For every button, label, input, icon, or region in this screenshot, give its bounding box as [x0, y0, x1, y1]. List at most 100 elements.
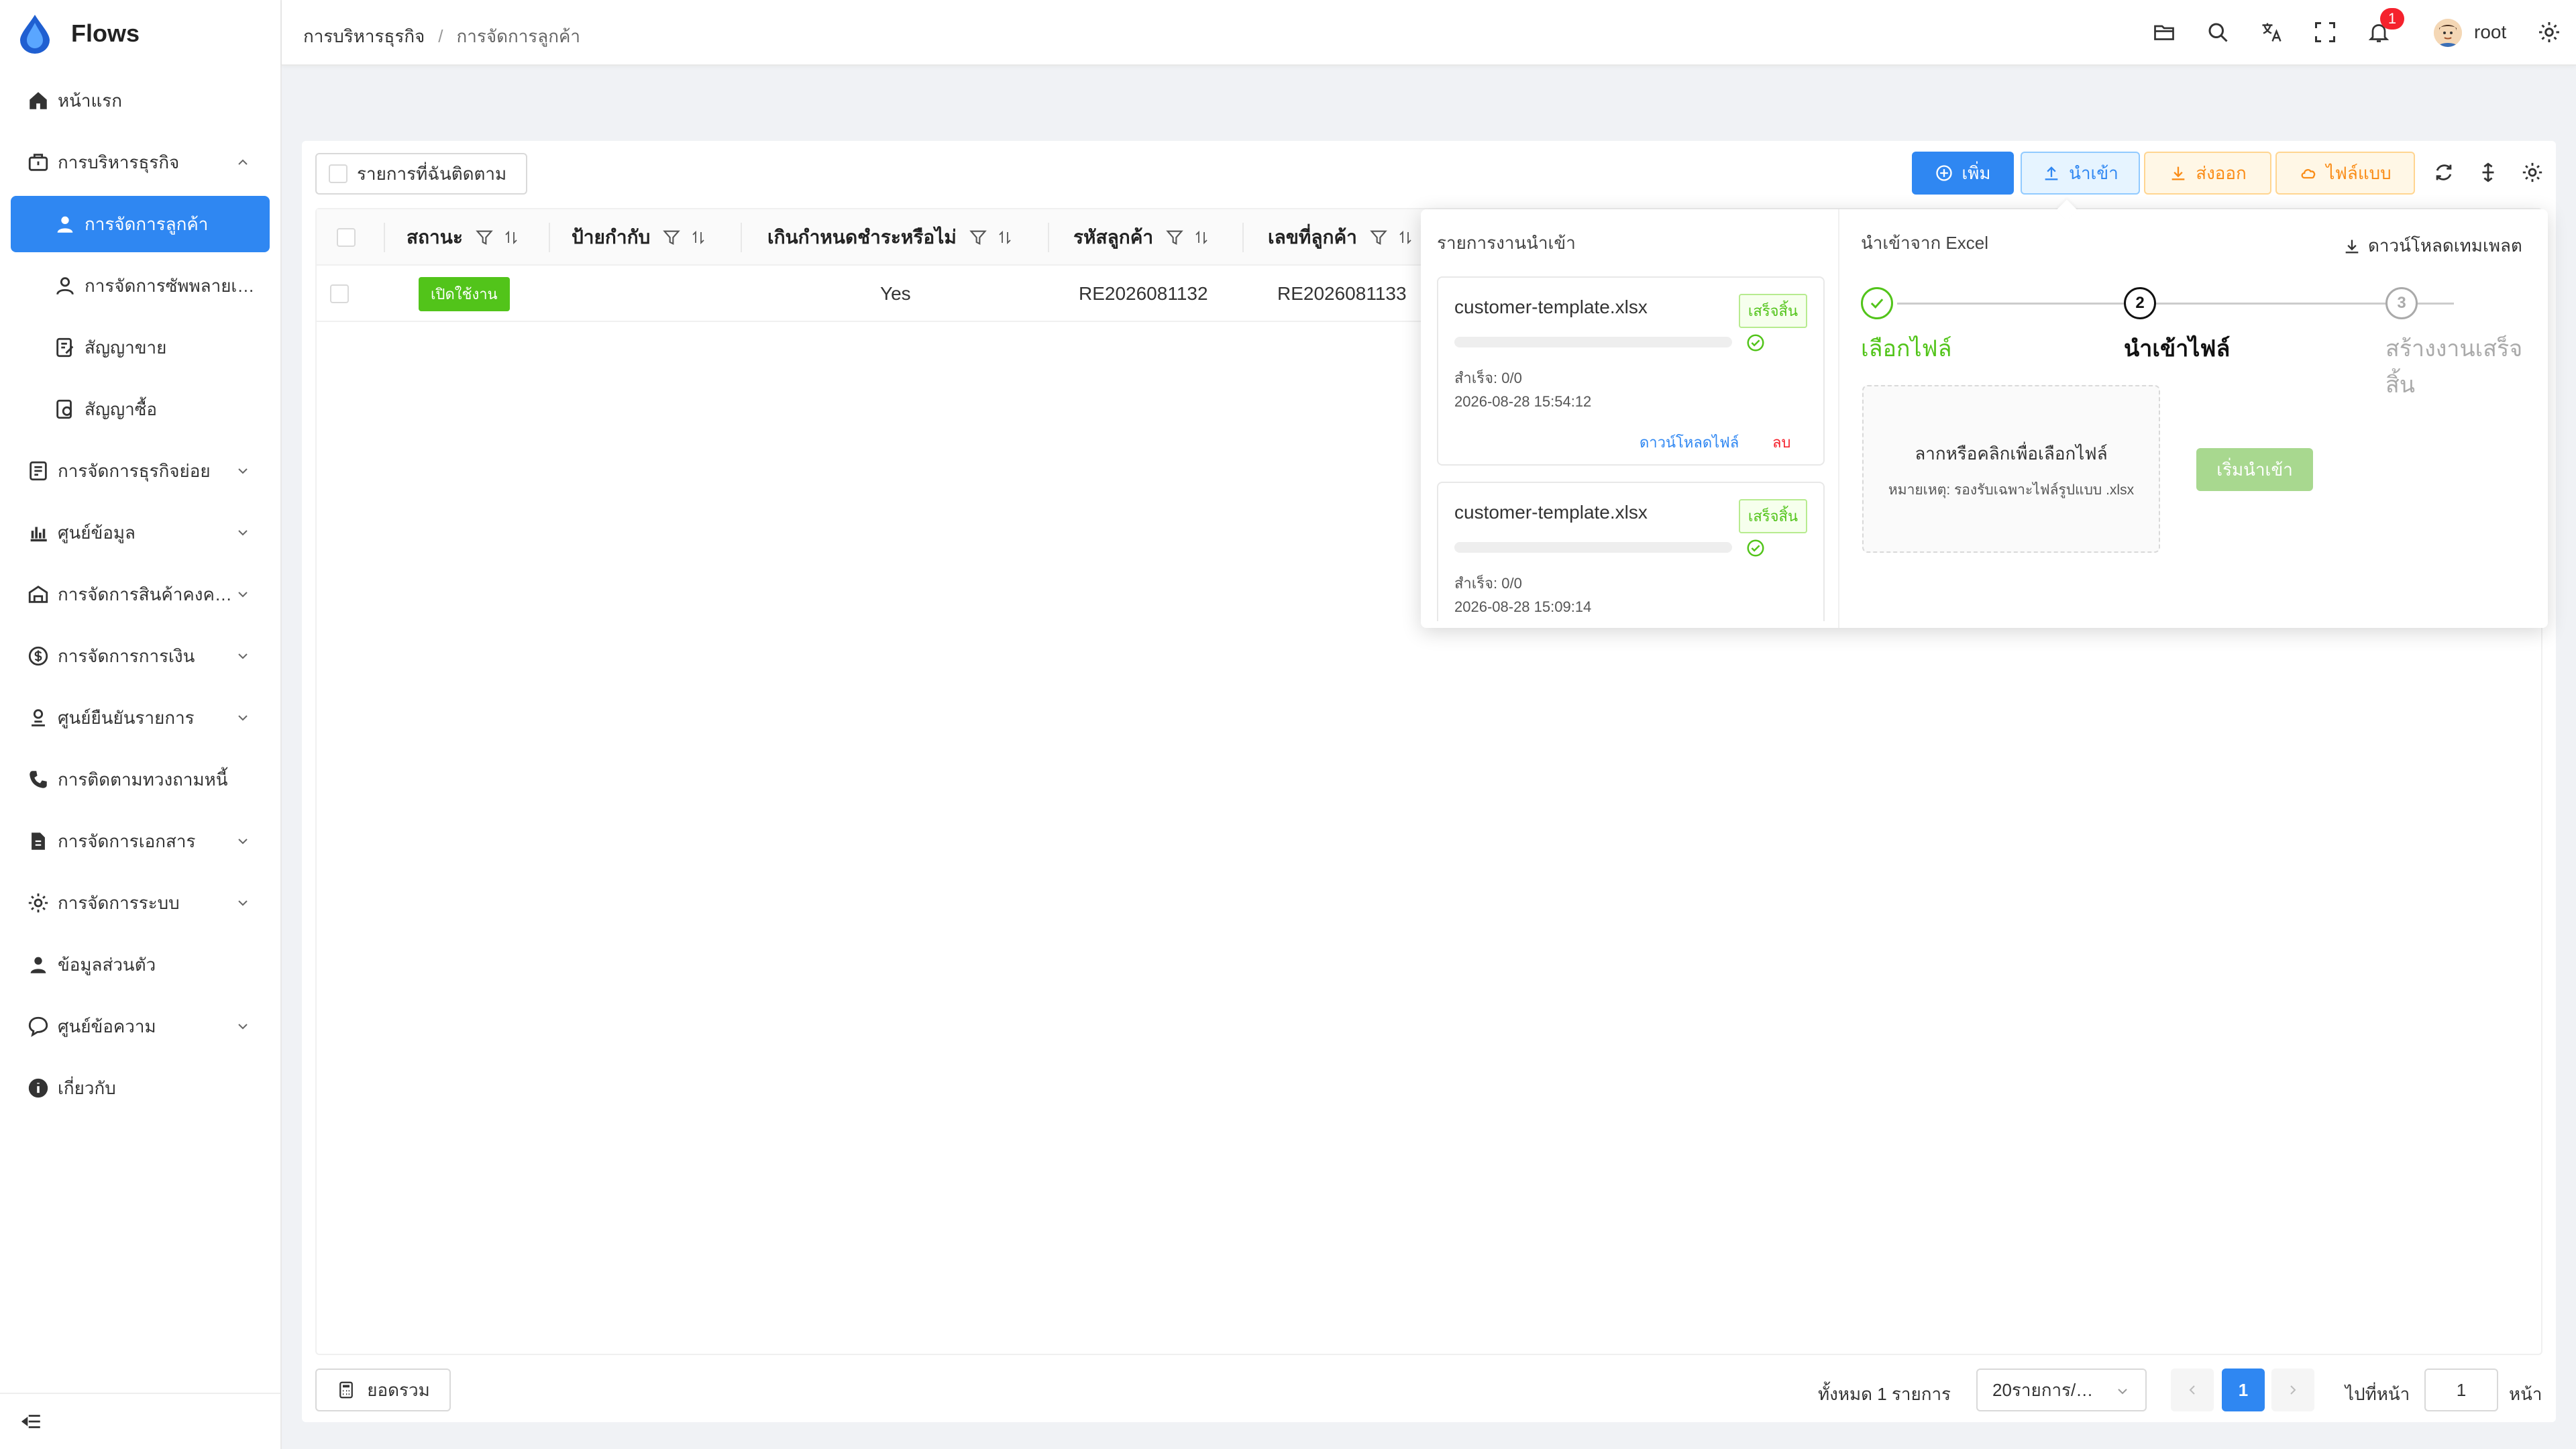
sidebar-item-debt-collection[interactable]: การติดตามทวงถามหนี้ [11, 751, 270, 808]
fullscreen-icon[interactable] [2313, 20, 2337, 44]
prev-page-button[interactable] [2171, 1368, 2214, 1411]
select-all-checkbox[interactable] [337, 228, 356, 247]
translate-icon[interactable] [2259, 20, 2284, 44]
goto-page-input[interactable]: 1 [2424, 1368, 2498, 1411]
import-button[interactable]: นำเข้า [2021, 152, 2140, 195]
app-logo[interactable]: Flows [16, 13, 140, 54]
drop-logo-icon [20, 15, 50, 54]
next-page-button[interactable] [2271, 1368, 2314, 1411]
job-success-count: สำเร็จ: 0/0 [1454, 370, 1522, 386]
filter-icon[interactable] [475, 228, 494, 247]
folder-icon[interactable] [2152, 20, 2176, 44]
sidebar-collapse-bar [0, 1393, 280, 1449]
job-download-link[interactable]: ดาวน์โหลดไฟล์ [1640, 431, 1739, 454]
sort-icon[interactable] [690, 228, 706, 247]
column-title: ป้ายกำกับ [572, 227, 651, 248]
download-template-link[interactable]: ดาวน์โหลดเทมเพลต [2343, 232, 2522, 260]
refresh-icon[interactable] [2432, 161, 2455, 184]
upload-icon [2045, 166, 2058, 180]
sidebar-item-label: หน้าแรก [58, 90, 122, 111]
sidebar-item-customer-management[interactable]: การจัดการลูกค้า [11, 196, 270, 252]
sidebar-item-approval-center[interactable]: ศูนย์ยืนยันรายการ [11, 690, 270, 746]
sidebar-item-profile[interactable]: ข้อมูลส่วนตัว [11, 936, 270, 993]
sort-icon[interactable] [1397, 228, 1413, 247]
step-1-label: เลือกไฟล์ [1861, 336, 1952, 362]
followed-checkbox[interactable] [329, 164, 347, 183]
job-file-name: customer-template.xlsx [1454, 502, 1648, 523]
start-import-button[interactable]: เริ่มนำเข้า [2196, 448, 2313, 491]
download-icon [2171, 166, 2185, 180]
search-icon[interactable] [2206, 20, 2230, 44]
step-1-circle [1861, 287, 1893, 319]
sidebar-item-label: ศูนย์ข้อมูล [58, 522, 136, 543]
row-checkbox[interactable] [330, 284, 349, 303]
sidebar-item-label: การจัดการระบบ [58, 892, 180, 913]
chevron-left-icon [2189, 1385, 2195, 1395]
summary-label: ยอดรวม [367, 1379, 430, 1400]
file-drop-zone[interactable]: ลากหรือคลิกเพื่อเลือกไฟล์ หมายเหตุ: รองร… [1862, 385, 2160, 553]
sidebar-item-label: การจัดการเอกสาร [58, 830, 196, 851]
sidebar-item-sales-contract[interactable]: สัญญาขาย [11, 319, 270, 376]
import-label: นำเข้า [2069, 162, 2118, 183]
sidebar-item-purchase-contract[interactable]: สัญญาซื้อ [11, 381, 270, 437]
sort-icon[interactable] [503, 228, 519, 247]
page-size-value: 20รายการ/… [1992, 1379, 2094, 1400]
summary-button[interactable]: ยอดรวม [315, 1368, 451, 1411]
page-size-select[interactable]: 20รายการ/… [1976, 1368, 2147, 1411]
sidebar-item-finance[interactable]: การจัดการการเงิน [11, 628, 270, 684]
chevron-right-icon [2290, 1385, 2296, 1395]
chevron-down-icon [238, 1024, 248, 1030]
filter-icon[interactable] [662, 228, 681, 247]
sidebar-item-business-management[interactable]: การบริหารธุรกิจ [11, 134, 270, 191]
sidebar-item-inventory[interactable]: การจัดการสินค้าคงคลัง [11, 566, 270, 623]
notification-badge: 1 [2380, 8, 2404, 30]
dollar-icon [28, 646, 48, 666]
dropzone-note: หมายเหตุ: รองรับเฉพาะไฟล์รูปแบบ .xlsx [1888, 482, 2135, 498]
sidebar-item-about[interactable]: เกี่ยวกับ [11, 1060, 270, 1116]
info-icon [28, 1078, 48, 1098]
profile-icon [30, 957, 46, 973]
filter-icon[interactable] [1165, 228, 1184, 247]
breadcrumb-item-business[interactable]: การบริหารธุรกิจ [303, 23, 425, 50]
sidebar-item-label: การจัดการการเงิน [58, 645, 195, 666]
column-title: เกินกำหนดชำระหรือไม่ [767, 227, 957, 248]
filter-icon[interactable] [1369, 228, 1388, 247]
check-circle-icon [1747, 334, 1764, 352]
row-density-icon[interactable] [2477, 161, 2500, 184]
export-button[interactable]: ส่งออก [2144, 152, 2271, 195]
check-circle-icon [1747, 539, 1764, 557]
sidebar-item-data-center[interactable]: ศูนย์ข้อมูล [11, 504, 270, 561]
column-settings-icon[interactable] [2521, 161, 2544, 184]
my-followed-filter[interactable]: รายการที่ฉันติดตาม [315, 153, 527, 195]
user-name[interactable]: root [2474, 21, 2506, 43]
sidebar-item-document-management[interactable]: การจัดการเอกสาร [11, 813, 270, 869]
import-jobs-title: รายการงานนำเข้า [1437, 233, 1576, 253]
sidebar-item-system-management[interactable]: การจัดการระบบ [11, 875, 270, 931]
sort-icon[interactable] [997, 228, 1013, 247]
column-title: เลขที่ลูกค้า [1268, 227, 1357, 248]
dropzone-text: ลากหรือคลิกเพื่อเลือกไฟล์ [1915, 443, 2108, 464]
chevron-down-icon [2118, 1389, 2127, 1395]
sidebar-item-label: การจัดการธุรกิจย่อย [58, 460, 211, 481]
settings-gear-icon[interactable] [2537, 20, 2561, 44]
sidebar-item-message-center[interactable]: ศูนย์ข้อความ [11, 998, 270, 1055]
add-button[interactable]: เพิ่ม [1912, 152, 2014, 195]
column-divider [549, 223, 550, 252]
job-delete-link[interactable]: ลบ [1772, 431, 1790, 454]
filter-icon[interactable] [969, 228, 987, 247]
job-status-badge: เสร็จสิ้น [1738, 294, 1807, 328]
collapse-menu-icon[interactable] [20, 1410, 43, 1433]
avatar[interactable] [2434, 19, 2462, 47]
sidebar-item-home[interactable]: หน้าแรก [11, 72, 270, 129]
sort-icon[interactable] [1193, 228, 1210, 247]
sidebar-menu: หน้าแรก การบริหารธุรกิจ การจัดการลูกค้า … [0, 67, 280, 1122]
page-number-button[interactable]: 1 [2222, 1368, 2265, 1411]
chevron-down-icon [238, 653, 248, 659]
sidebar-item-label: สัญญาซื้อ [85, 398, 158, 419]
sidebar-item-supplier-management[interactable]: การจัดการซัพพลายเออร์ [11, 258, 270, 314]
sidebar-item-label: ข้อมูลส่วนตัว [58, 954, 156, 975]
cloud-icon [2301, 168, 2316, 179]
column-divider [384, 223, 385, 252]
sidebar-item-sub-business[interactable]: การจัดการธุรกิจย่อย [11, 443, 270, 499]
template-file-button[interactable]: ไฟล์แบบ [2275, 152, 2415, 195]
